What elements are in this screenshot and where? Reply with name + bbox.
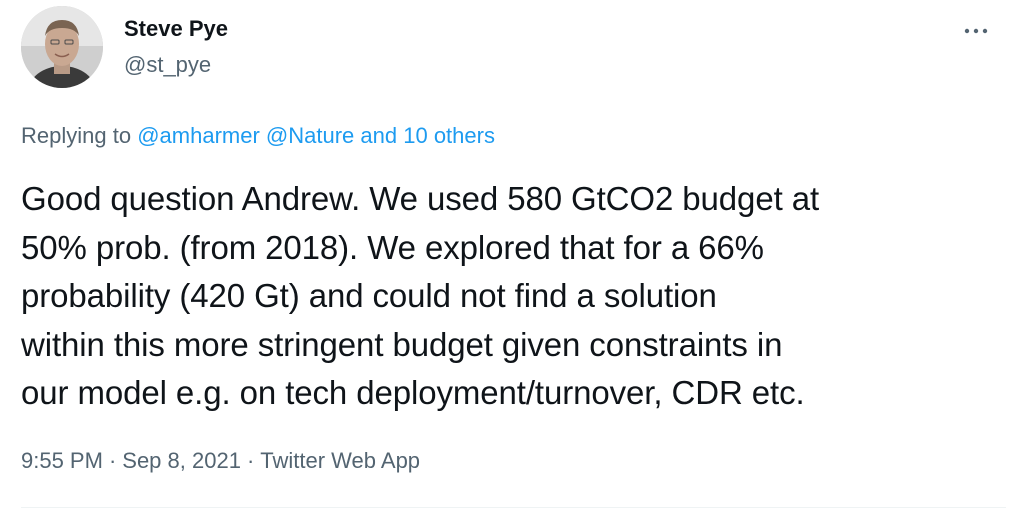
user-avatar-icon (21, 6, 103, 88)
mention-nature[interactable]: @Nature (266, 123, 354, 148)
mention-others[interactable]: and 10 others (360, 123, 495, 148)
mention-amharmer[interactable]: @amharmer (137, 123, 260, 148)
tweet-time[interactable]: 9:55 PM (21, 448, 103, 473)
tweet-text-line: our model e.g. on tech deployment/turnov… (21, 374, 805, 411)
tweet-text-line: within this more stringent budget given … (21, 325, 783, 363)
avatar[interactable] (21, 6, 103, 88)
tweet: Steve Pye @st_pye Replying to @amharmer … (0, 0, 1024, 511)
replying-prefix: Replying to (21, 123, 132, 148)
meta-separator: · (108, 448, 117, 473)
tweet-text: Good question Andrew. We used 580 GtCO2 … (21, 175, 1006, 418)
meta-separator: · (246, 448, 255, 473)
tweet-metadata: 9:55 PM · Sep 8, 2021 · Twitter Web App (21, 447, 420, 475)
tweet-text-line: 50% prob. (from 2018). We explored that … (21, 228, 764, 266)
tweet-date[interactable]: Sep 8, 2021 (122, 448, 241, 473)
more-dots-icon (964, 28, 988, 34)
author-handle[interactable]: @st_pye (124, 52, 211, 78)
author-display-name[interactable]: Steve Pye (124, 16, 228, 42)
replying-to: Replying to @amharmer @Nature and 10 oth… (21, 122, 495, 150)
tweet-text-line: Good question Andrew. We used 580 GtCO2 … (21, 180, 820, 217)
more-options-button[interactable] (956, 16, 996, 46)
tweet-text-line: probability (420 Gt) and could not find … (21, 277, 717, 314)
divider (21, 507, 1006, 508)
tweet-source[interactable]: Twitter Web App (260, 448, 420, 473)
